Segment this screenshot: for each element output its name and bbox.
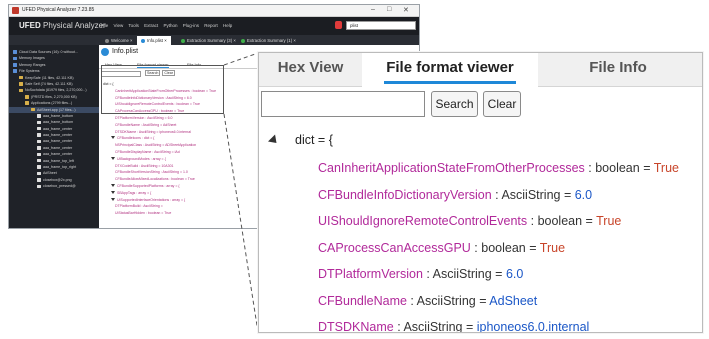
zoom-tab-file-info[interactable]: File Info <box>538 53 698 87</box>
plist-value: True <box>539 240 566 255</box>
plist-separator: : <box>393 320 404 333</box>
plist-equals: = <box>582 214 597 228</box>
plist-value: 6.0 <box>574 187 593 202</box>
screenshot-stage: UFED Physical Analyzer 7.23.85 – □ ✕ UFE… <box>0 0 709 339</box>
plist-type: boolean <box>537 214 583 228</box>
plist-separator: : <box>470 240 482 255</box>
plist-key: CAProcessCanAccessGPU <box>318 240 471 255</box>
plist-value: AdSheet <box>489 293 538 308</box>
plist-key: UIShouldIgnoreRemoteControlEvents <box>318 214 528 228</box>
plist-type: AsciiString <box>432 267 492 281</box>
plist-separator: : <box>406 293 417 308</box>
plist-value: True <box>653 161 679 175</box>
zoom-tab-hex-view[interactable]: Hex View <box>259 53 362 87</box>
zoom-search-button[interactable]: Search <box>431 91 478 117</box>
plist-type: AsciiString <box>416 293 476 308</box>
plist-type: boolean <box>481 240 526 255</box>
plist-entry[interactable]: DTPlatformVersion : AsciiString = 6.0 <box>318 267 523 281</box>
plist-separator: : <box>584 161 596 175</box>
plist-separator: : <box>491 187 502 202</box>
zoom-line-top <box>223 52 259 66</box>
zoom-viewer-tabs: Hex View File format viewer File Info <box>259 53 702 88</box>
zoomed-file-format-viewer: Hex View File format viewer File Info Se… <box>258 52 703 333</box>
plist-value: True <box>596 214 622 228</box>
zoom-tab-file-format-viewer-label: File format viewer <box>386 59 514 76</box>
plist-key: CFBundleName <box>318 293 407 308</box>
collapse-triangle-icon[interactable] <box>267 134 281 147</box>
plist-entry[interactable]: UIShouldIgnoreRemoteControlEvents : bool… <box>318 214 621 228</box>
plist-root-dict[interactable]: dict = { <box>295 133 333 147</box>
plist-separator: : <box>422 267 433 281</box>
plist-entry[interactable]: CFBundleName : AsciiString = AdSheet <box>318 294 537 308</box>
plist-entry[interactable]: CanInheritApplicationStateFromOtherProce… <box>318 161 679 175</box>
plist-key: DTSDKName <box>318 320 394 333</box>
plist-equals: = <box>560 187 575 202</box>
zoom-line-bottom <box>223 113 259 333</box>
plist-equals: = <box>525 240 540 255</box>
active-tab-underline <box>384 81 516 84</box>
plist-value: 6.0 <box>505 267 524 281</box>
zoom-tab-file-format-viewer[interactable]: File format viewer <box>362 53 538 88</box>
plist-type: boolean <box>595 161 640 175</box>
plist-key: DTPlatformVersion <box>318 267 423 281</box>
plist-entry[interactable]: CAProcessCanAccessGPU : boolean = True <box>318 241 565 255</box>
zoom-clear-button[interactable]: Clear <box>483 91 521 117</box>
plist-equals: = <box>475 293 490 308</box>
plist-key: CanInheritApplicationStateFromOtherProce… <box>318 161 585 175</box>
plist-key: CFBundleInfoDictionaryVersion <box>318 187 492 202</box>
plist-equals: = <box>462 320 477 333</box>
plist-type: AsciiString <box>501 187 561 202</box>
plist-equals: = <box>491 267 506 281</box>
plist-type: AsciiString <box>403 320 463 333</box>
plist-value: iphoneos6.0.internal <box>476 320 590 333</box>
plist-entry[interactable]: CFBundleInfoDictionaryVersion : AsciiStr… <box>318 188 592 202</box>
zoom-search-input[interactable] <box>261 91 425 117</box>
plist-separator: : <box>527 214 538 228</box>
plist-entry[interactable]: DTSDKName : AsciiString = iphoneos6.0.in… <box>318 320 590 333</box>
plist-equals: = <box>639 161 654 175</box>
